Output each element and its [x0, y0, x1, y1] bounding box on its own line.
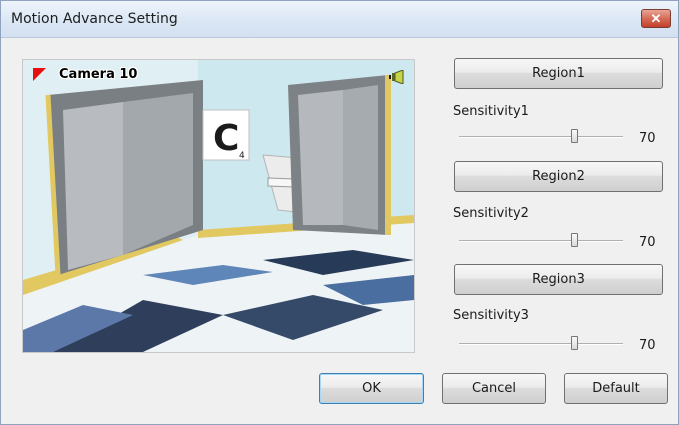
title-bar[interactable]: Motion Advance Setting ✕: [1, 1, 678, 38]
ok-button[interactable]: OK: [319, 373, 424, 404]
default-button[interactable]: Default: [564, 373, 668, 404]
default-button-label: Default: [592, 381, 640, 396]
sensitivity3-slider-thumb[interactable]: [570, 336, 578, 350]
window-title: Motion Advance Setting: [11, 11, 178, 27]
region2-button-label: Region2: [532, 169, 585, 184]
region1-button-label: Region1: [532, 66, 585, 81]
scene-sign-sub: 4: [239, 151, 245, 161]
camera-label: Camera 10: [59, 67, 138, 82]
camera-alert-flag: [33, 68, 46, 81]
sensitivity1-slider[interactable]: [459, 129, 623, 143]
sensitivity2-slider-thumb[interactable]: [570, 233, 578, 247]
sensitivity3-label: Sensitivity3: [453, 308, 529, 323]
camera-scene-image: C 4: [23, 60, 414, 352]
sensitivity3-slider[interactable]: [459, 336, 623, 350]
sensitivity2-label: Sensitivity2: [453, 206, 529, 221]
close-icon: ✕: [650, 10, 662, 26]
region3-button[interactable]: Region3: [454, 264, 663, 295]
cancel-button[interactable]: Cancel: [442, 373, 546, 404]
region1-button[interactable]: Region1: [454, 58, 663, 89]
camera-preview[interactable]: C 4 Camera 10: [22, 59, 415, 353]
sensitivity1-label: Sensitivity1: [453, 104, 529, 119]
sensitivity3-value: 70: [639, 338, 656, 353]
ok-button-label: OK: [362, 381, 381, 396]
scene-sign: C: [213, 118, 239, 159]
close-button[interactable]: ✕: [641, 9, 671, 28]
dialog-body: C 4 Camera 10 Region1 Sensitivity1 70 Re…: [1, 38, 678, 424]
region2-button[interactable]: Region2: [454, 161, 663, 192]
region3-button-label: Region3: [532, 272, 585, 287]
speaker-icon: [389, 70, 404, 84]
cancel-button-label: Cancel: [471, 381, 517, 396]
sensitivity1-slider-thumb[interactable]: [570, 129, 578, 143]
sensitivity2-slider[interactable]: [459, 233, 623, 247]
motion-advance-dialog: Motion Advance Setting ✕ C 4 Camera 10 R…: [0, 0, 679, 425]
sensitivity1-value: 70: [639, 131, 656, 146]
sensitivity2-value: 70: [639, 235, 656, 250]
